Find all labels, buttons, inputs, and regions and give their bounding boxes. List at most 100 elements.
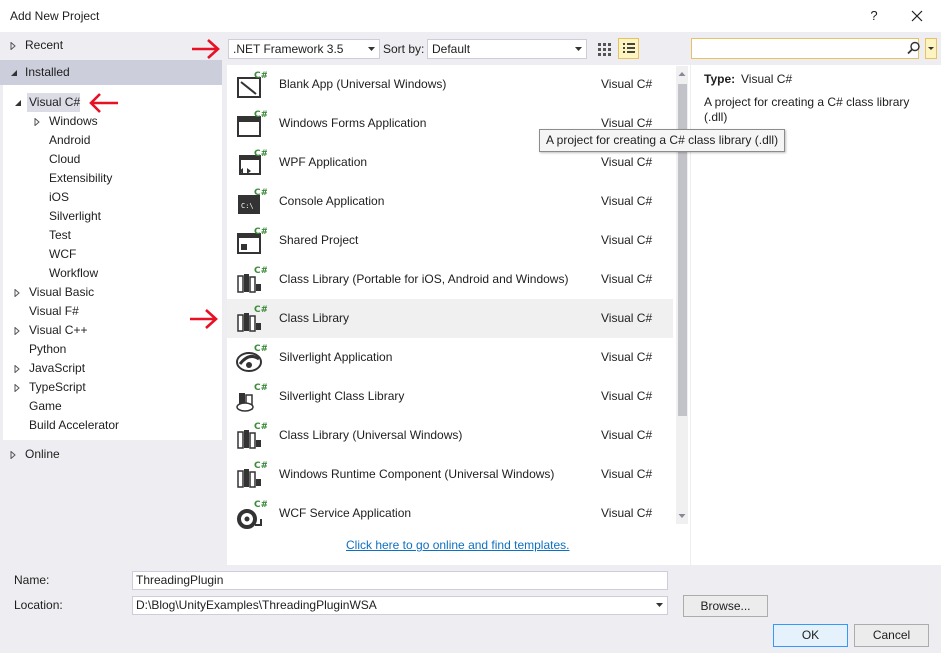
tree-node[interactable]: Extensibility — [34, 169, 112, 188]
tree-node[interactable]: Build Accelerator — [14, 416, 119, 435]
svg-text:C#: C# — [254, 305, 267, 315]
template-item[interactable]: C# Class Library (Universal Windows) Visua… — [227, 416, 673, 455]
template-language: Visual C# — [601, 389, 653, 403]
tree-node-label: Extensibility — [49, 171, 113, 185]
template-item[interactable]: C# Silverlight Application Visual C# — [227, 338, 673, 377]
template-name: Class Library — [279, 311, 350, 325]
template-name: Silverlight Application — [279, 350, 393, 364]
collapse-arrow-icon[interactable] — [14, 93, 22, 112]
tree-node[interactable]: Android — [34, 131, 90, 150]
expand-arrow-icon[interactable] — [14, 283, 22, 302]
silverlight-library-icon: C# — [235, 381, 268, 413]
tree-node[interactable]: Workflow — [34, 264, 98, 283]
class-library-icon: C# — [235, 303, 268, 335]
dialog-title: Add New Project — [10, 9, 100, 23]
sort-by-label: Sort by: — [383, 42, 425, 56]
tree-node-label: iOS — [49, 190, 70, 204]
svg-text:C#: C# — [254, 227, 267, 237]
tree-node[interactable]: Visual C# — [14, 93, 80, 112]
tree-node-label: Visual C# — [29, 95, 81, 109]
tree-node-label: Online — [25, 447, 60, 461]
annotation-arrow-icon — [192, 39, 220, 59]
tree-node[interactable]: iOS — [34, 188, 69, 207]
tree-node[interactable]: Test — [34, 226, 71, 245]
tree-node[interactable]: WCF — [34, 245, 76, 264]
template-name: Class Library (Portable for iOS, Android… — [279, 272, 569, 286]
tree-node[interactable]: Game — [14, 397, 62, 416]
close-button[interactable] — [905, 6, 929, 26]
location-dropdown[interactable]: D:\Blog\UnityExamples\ThreadingPluginWSA — [132, 596, 668, 615]
expand-arrow-icon[interactable] — [10, 36, 18, 55]
ok-button[interactable]: OK — [773, 624, 848, 647]
sort-dropdown[interactable]: Default — [427, 39, 587, 59]
template-description: A project for creating a C# class librar… — [704, 95, 910, 124]
tree-node-label: Visual F# — [29, 304, 79, 318]
project-name-input[interactable]: ThreadingPlugin — [132, 571, 668, 590]
expand-arrow-icon[interactable] — [10, 445, 18, 464]
svg-text:C#: C# — [254, 188, 267, 198]
template-item[interactable]: C# Class Library Visual C# — [227, 299, 673, 338]
tree-node-label: Test — [49, 228, 72, 242]
template-item[interactable]: C# Blank App (Universal Windows) Visual C# — [227, 65, 673, 104]
tree-node[interactable]: Cloud — [34, 150, 80, 169]
scroll-down-button[interactable] — [676, 508, 688, 524]
template-language: Visual C# — [601, 155, 653, 169]
template-language: Visual C# — [601, 428, 653, 442]
tree-node[interactable]: TypeScript — [14, 378, 86, 397]
list-view-button[interactable] — [618, 38, 639, 59]
sort-value: Default — [432, 42, 471, 56]
tree-node-online[interactable]: Online — [10, 445, 60, 464]
tree-node-label: Visual C++ — [29, 323, 88, 337]
tree-node-label: Game — [29, 399, 62, 413]
class-library-icon: C# — [235, 420, 268, 452]
shared-project-icon: C# — [235, 225, 268, 257]
online-templates-link[interactable]: Click here to go online and find templat… — [346, 538, 569, 552]
template-item[interactable]: C:\ C# Console Application Visual C# — [227, 182, 673, 221]
tree-node[interactable]: Silverlight — [34, 207, 101, 226]
tree-node-label: Recent — [25, 38, 64, 52]
framework-dropdown[interactable]: .NET Framework 3.5 — [228, 39, 380, 59]
tree-node-label: Cloud — [49, 152, 81, 166]
search-input[interactable] — [691, 38, 919, 59]
search-icon[interactable] — [907, 41, 921, 55]
help-button[interactable]: ? — [864, 6, 884, 26]
svg-text:C#: C# — [254, 110, 267, 120]
expand-arrow-icon[interactable] — [34, 112, 42, 131]
tree-node-installed-label-row[interactable]: Installed — [10, 63, 70, 82]
template-item[interactable]: C# Windows Runtime Component (Universal W… — [227, 455, 673, 494]
template-language: Visual C# — [601, 467, 653, 481]
cancel-button[interactable]: Cancel — [854, 624, 929, 647]
expand-arrow-icon[interactable] — [14, 321, 22, 340]
scroll-up-button[interactable] — [676, 66, 688, 82]
template-name: Blank App (Universal Windows) — [279, 77, 447, 91]
tree-node-recent[interactable]: Recent — [10, 36, 63, 55]
tree-node[interactable]: Visual F# — [14, 302, 79, 321]
location-value: D:\Blog\UnityExamples\ThreadingPluginWSA — [136, 598, 377, 612]
chevron-down-icon — [656, 603, 663, 607]
template-name: Shared Project — [279, 233, 359, 247]
grid-view-button[interactable] — [594, 39, 614, 59]
title-bar — [0, 0, 941, 32]
template-item[interactable]: C# Shared Project Visual C# — [227, 221, 673, 260]
windows-forms-icon: C# — [235, 108, 268, 140]
svg-text:C:\: C:\ — [241, 202, 254, 210]
template-item[interactable]: C# Class Library (Portable for iOS, Andro… — [227, 260, 673, 299]
template-name: Silverlight Class Library — [279, 389, 405, 403]
chevron-up-icon — [678, 72, 686, 76]
collapse-arrow-icon[interactable] — [10, 63, 18, 82]
template-item[interactable]: C# WCF Service Application Visual C# — [227, 494, 673, 533]
expand-arrow-icon[interactable] — [14, 378, 22, 397]
browse-button[interactable]: Browse... — [683, 595, 768, 617]
tree-node[interactable]: Visual Basic — [14, 283, 94, 302]
tree-node[interactable]: Visual C++ — [14, 321, 87, 340]
tree-node[interactable]: Python — [14, 340, 66, 359]
type-value: Visual C# — [741, 72, 793, 86]
tree-node-label: Windows — [49, 114, 98, 128]
search-options-button[interactable] — [925, 38, 937, 59]
expand-arrow-icon[interactable] — [14, 359, 22, 378]
template-language: Visual C# — [601, 77, 653, 91]
silverlight-icon: C# — [235, 342, 268, 374]
template-item[interactable]: C# Silverlight Class Library Visual C# — [227, 377, 673, 416]
tree-node[interactable]: JavaScript — [14, 359, 85, 378]
template-name: WCF Service Application — [279, 506, 412, 520]
